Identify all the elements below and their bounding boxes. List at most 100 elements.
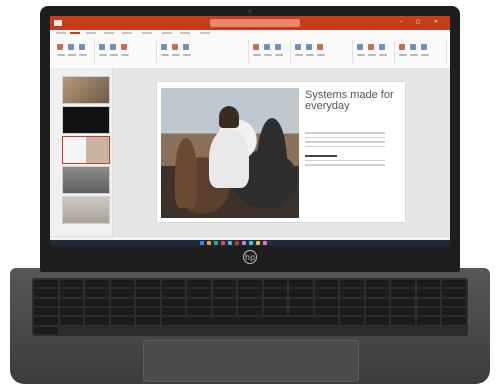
- keyboard-key: [161, 308, 186, 316]
- keyboard-key: [314, 280, 339, 288]
- taskbar-app-icon[interactable]: [214, 241, 218, 245]
- ribbon-tab[interactable]: [162, 32, 172, 34]
- taskbar-app-icon[interactable]: [256, 241, 260, 245]
- ribbon-command-icon[interactable]: [110, 44, 116, 50]
- taskbar-app-icon[interactable]: [200, 241, 204, 245]
- keyboard-key: [85, 298, 109, 306]
- slide-thumbnail[interactable]: [62, 166, 110, 194]
- keyboard-key: [34, 317, 58, 325]
- keyboard-key: [161, 280, 186, 288]
- ribbon-command-icon[interactable]: [99, 44, 105, 50]
- taskbar-app-icon[interactable]: [235, 241, 239, 245]
- keyboard-key: [34, 298, 58, 306]
- keyboard-key: [212, 308, 237, 316]
- ribbon-command-icon[interactable]: [161, 44, 167, 50]
- keyboard-key: [340, 280, 364, 288]
- taskbar-app-icon[interactable]: [207, 241, 211, 245]
- keyboard-key: [263, 308, 288, 316]
- taskbar-app-icon[interactable]: [263, 241, 267, 245]
- ribbon-command-icon[interactable]: [121, 44, 127, 50]
- keyboard-key: [340, 308, 364, 316]
- ribbon-command-label: [399, 54, 407, 56]
- ribbon-command-icon[interactable]: [264, 44, 270, 50]
- window-controls[interactable]: – ▢ ✕: [400, 19, 444, 25]
- ribbon-command-icon[interactable]: [172, 44, 178, 50]
- keyboard-key: [340, 317, 364, 325]
- ribbon-tab[interactable]: [200, 32, 210, 34]
- taskbar-app-icon[interactable]: [242, 241, 246, 245]
- keyboard-key: [136, 298, 160, 306]
- ribbon-command-icon[interactable]: [306, 44, 312, 50]
- ribbon-command-icon[interactable]: [275, 44, 281, 50]
- keyboard-key: [289, 298, 313, 306]
- ribbon-command-icon[interactable]: [295, 44, 301, 50]
- ribbon-command-label: [317, 54, 325, 56]
- ribbon-tab[interactable]: [104, 32, 114, 34]
- ribbon-command-icon[interactable]: [183, 44, 189, 50]
- keyboard-key: [161, 298, 186, 306]
- keyboard-key: [212, 298, 237, 306]
- keyboard-key: [416, 289, 441, 297]
- ribbon-tab[interactable]: [142, 32, 152, 34]
- taskbar-app-icon[interactable]: [249, 241, 253, 245]
- ribbon-command-label: [183, 54, 191, 56]
- app-logo-icon[interactable]: [54, 20, 62, 26]
- ribbon-command-icon[interactable]: [368, 44, 374, 50]
- ribbon-command-label: [68, 54, 76, 56]
- keyboard-key: [34, 280, 58, 288]
- ribbon-tab[interactable]: [86, 32, 96, 34]
- keyboard-key: [314, 308, 339, 316]
- search-box[interactable]: [210, 19, 300, 27]
- ribbon-command-icon[interactable]: [57, 44, 63, 50]
- keyboard-key: [110, 317, 135, 325]
- ribbon-command-icon[interactable]: [79, 44, 85, 50]
- ribbon-command-label: [161, 54, 169, 56]
- keyboard-key: [442, 308, 466, 316]
- ribbon-command-label: [421, 54, 429, 56]
- taskbar: [50, 240, 450, 246]
- keyboard-key: [442, 317, 466, 325]
- keyboard-key: [416, 308, 441, 316]
- laptop-base: [10, 268, 490, 384]
- taskbar-app-icon[interactable]: [228, 241, 232, 245]
- ribbon-command-icon[interactable]: [379, 44, 385, 50]
- slide-title[interactable]: Systems made for everyday: [305, 90, 401, 112]
- ribbon-command-icon[interactable]: [253, 44, 259, 50]
- slide-thumbnail[interactable]: [62, 196, 110, 224]
- taskbar-app-icon[interactable]: [221, 241, 225, 245]
- slide-thumbnail[interactable]: [62, 76, 110, 104]
- ribbon-tab[interactable]: [56, 32, 66, 34]
- ribbon-tab[interactable]: [180, 32, 190, 34]
- slide-thumbnail[interactable]: [62, 106, 110, 134]
- keyboard-key: [59, 308, 84, 316]
- ribbon-command-icon[interactable]: [410, 44, 416, 50]
- space-key: [161, 317, 339, 325]
- keyboard-key: [314, 298, 339, 306]
- slide-photo[interactable]: [161, 88, 299, 218]
- ribbon-command-label: [379, 54, 387, 56]
- ribbon-command-icon[interactable]: [357, 44, 363, 50]
- keyboard-key: [391, 298, 415, 306]
- keyboard-key: [238, 308, 262, 316]
- ribbon-command-icon[interactable]: [317, 44, 323, 50]
- ribbon-command-icon[interactable]: [421, 44, 427, 50]
- keyboard-key: [391, 308, 415, 316]
- keyboard-key: [212, 289, 237, 297]
- slide-body-text[interactable]: [305, 132, 385, 169]
- slide-thumbnails-pane: [50, 68, 113, 236]
- slide-thumbnail-selected[interactable]: [62, 136, 110, 164]
- webcam-icon: [248, 9, 252, 13]
- ribbon-tab[interactable]: [122, 32, 132, 34]
- ribbon-command-label: [99, 54, 107, 56]
- ribbon-command-icon[interactable]: [68, 44, 74, 50]
- ribbon-command-icon[interactable]: [399, 44, 405, 50]
- ribbon-command-label: [295, 54, 303, 56]
- keyboard-key: [238, 289, 262, 297]
- ribbon-command-label: [306, 54, 314, 56]
- keyboard-key: [136, 308, 160, 316]
- keyboard-key: [212, 280, 237, 288]
- slide[interactable]: Systems made for everyday: [157, 82, 405, 222]
- keyboard-key: [34, 326, 58, 334]
- ribbon-tab[interactable]: [70, 32, 80, 34]
- screen: – ▢ ✕ Systems made for everyday: [50, 16, 450, 246]
